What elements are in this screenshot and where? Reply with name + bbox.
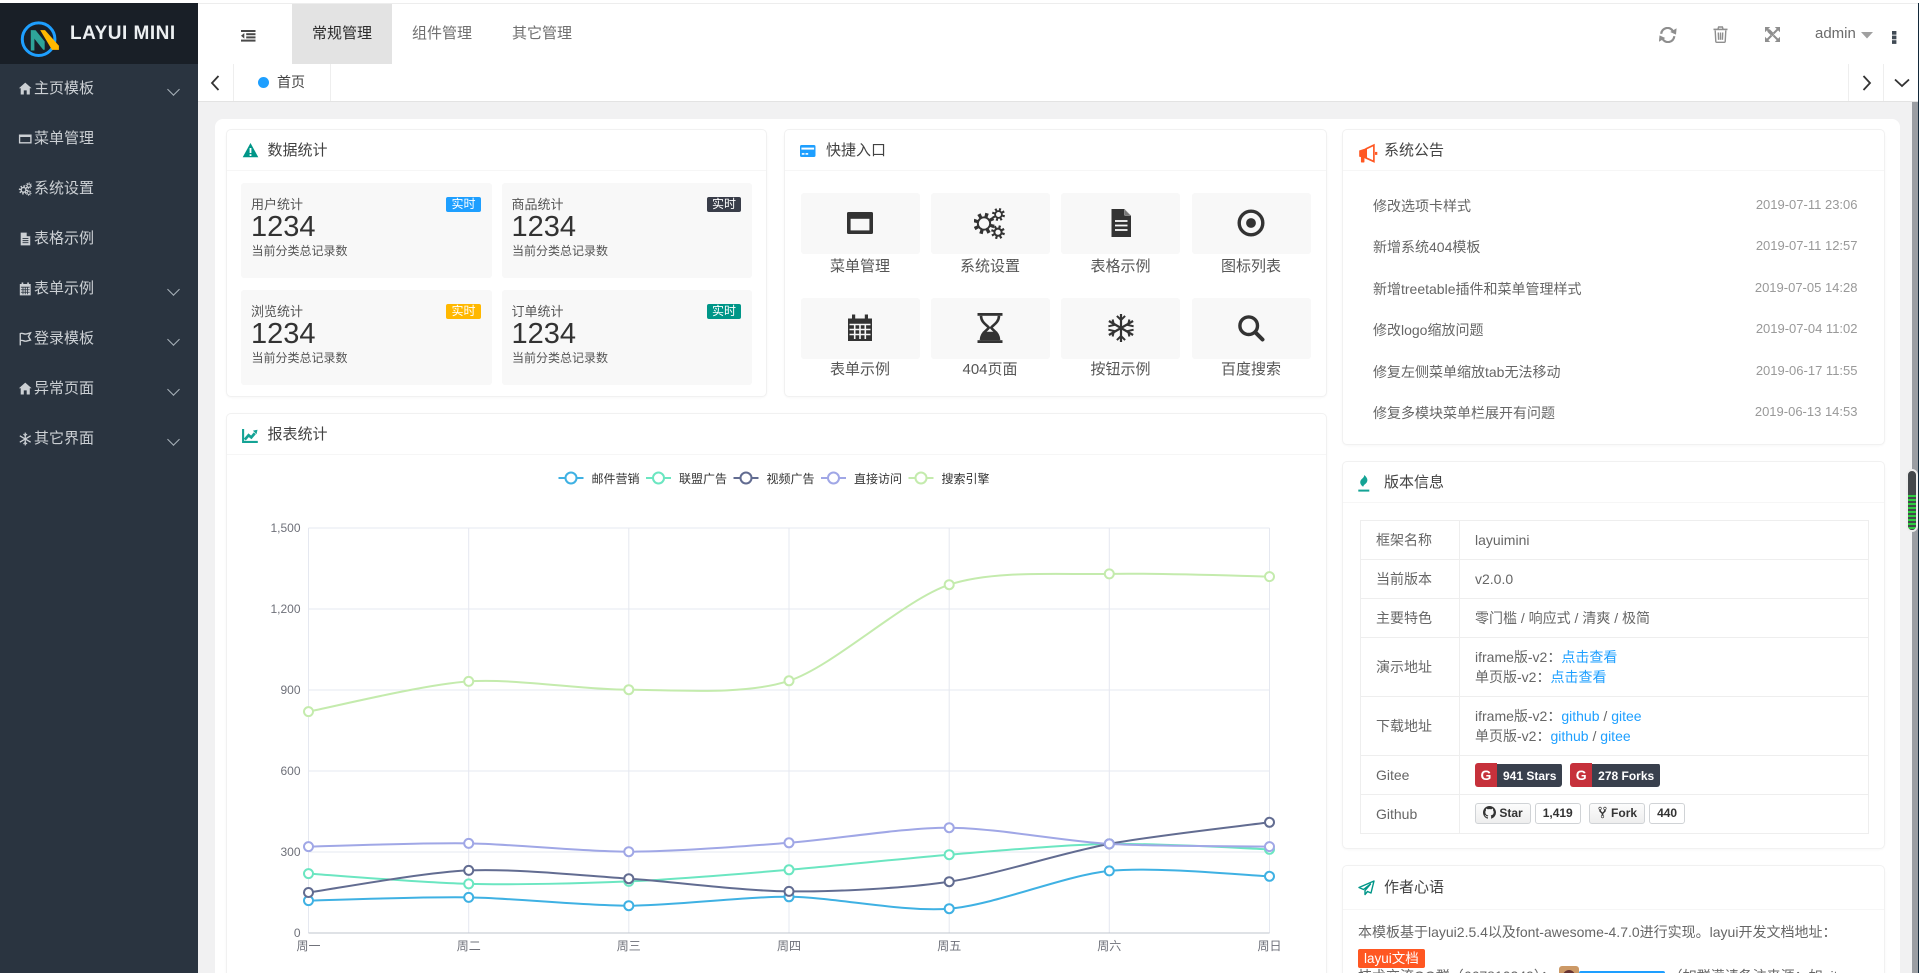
svg-text:周二: 周二 (456, 939, 480, 953)
svg-text:1,500: 1,500 (270, 521, 300, 535)
svg-text:周日: 周日 (1257, 939, 1281, 953)
svg-text:周六: 周六 (1097, 939, 1121, 953)
svg-text:900: 900 (280, 683, 300, 697)
svg-text:视频广告: 视频广告 (766, 471, 814, 486)
svg-text:周五: 周五 (937, 939, 961, 953)
svg-text:600: 600 (280, 764, 300, 778)
svg-text:直接访问: 直接访问 (854, 471, 902, 486)
svg-text:0: 0 (293, 926, 300, 940)
svg-text:300: 300 (280, 845, 300, 859)
svg-text:1,200: 1,200 (270, 602, 300, 616)
svg-text:周三: 周三 (616, 939, 640, 953)
svg-text:周一: 周一 (296, 939, 320, 953)
svg-text:搜索引擎: 搜索引擎 (941, 471, 989, 486)
svg-text:邮件营销: 邮件营销 (591, 472, 639, 486)
svg-text:周四: 周四 (776, 939, 800, 953)
svg-text:联盟广告: 联盟广告 (679, 472, 727, 486)
